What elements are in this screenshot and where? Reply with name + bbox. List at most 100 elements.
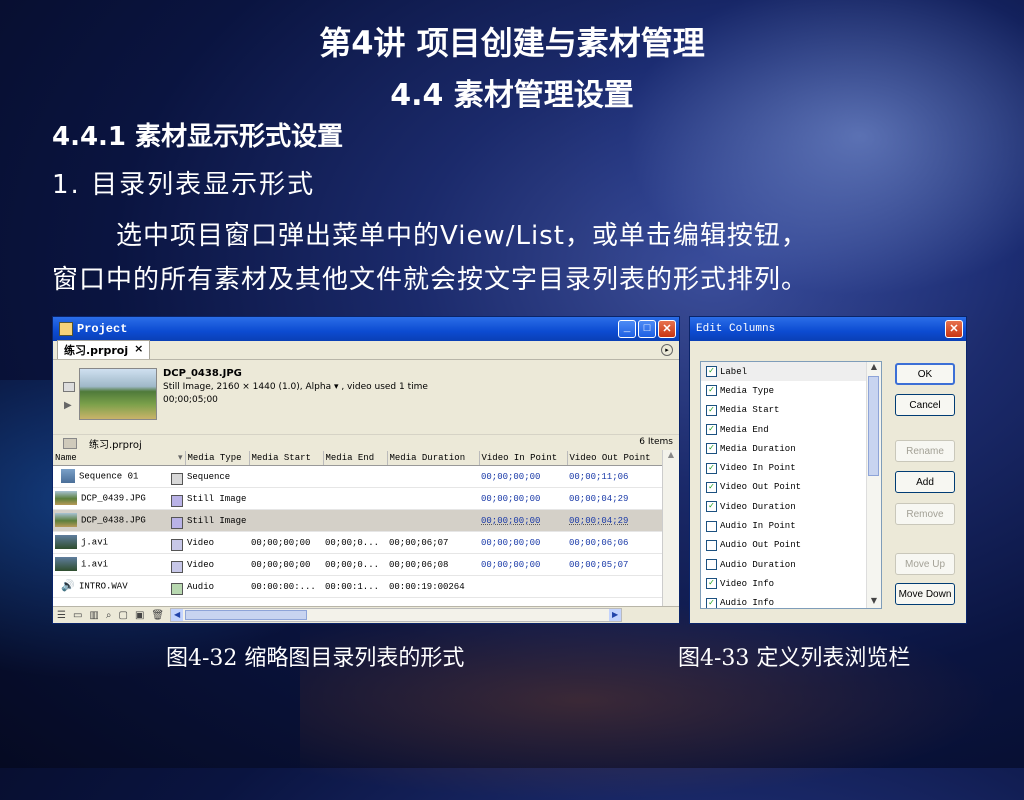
horizontal-scroll-thumb[interactable] [185, 610, 308, 620]
column-header-video-in[interactable]: Video In Point [479, 451, 568, 466]
play-icon[interactable]: ▶ [64, 400, 72, 411]
column-checkbox[interactable]: ✓ [706, 385, 717, 397]
dialog-titlebar[interactable]: Edit Columns ✕ [690, 317, 966, 341]
label-swatch[interactable] [171, 494, 183, 507]
scroll-right-icon[interactable]: ▶ [609, 609, 622, 621]
list-vertical-scrollbar[interactable]: ▲ [662, 450, 679, 607]
cell-media-type: Audio [185, 575, 249, 598]
column-header-name[interactable]: Name ▾ [53, 451, 186, 466]
new-bin-icon[interactable]: ▢ [118, 610, 127, 621]
cell-video-out: 00;00;05;07 [567, 553, 663, 576]
column-option-label: Audio Out Point [720, 540, 802, 551]
preview-thumbnail [79, 368, 157, 420]
table-row[interactable]: Sequence 01 Sequence 00;00;00;00 00;00;11;0… [53, 465, 663, 488]
column-checkbox[interactable]: ✓ [706, 501, 717, 513]
label-swatch[interactable] [171, 560, 183, 573]
scroll-left-icon[interactable]: ◀ [171, 609, 184, 621]
column-checkbox[interactable]: ✓ [706, 366, 717, 378]
column-header-media-type[interactable]: Media Type [185, 451, 250, 466]
clip-name: j.avi [81, 536, 109, 547]
icon-view-icon[interactable]: ▭ [73, 610, 82, 621]
column-checkbox[interactable] [706, 520, 717, 532]
column-checkbox[interactable]: ✓ [706, 578, 717, 590]
column-checkbox[interactable]: ✓ [706, 597, 717, 608]
column-option-label: Media Type [720, 385, 775, 396]
remove-button[interactable]: Remove [895, 503, 955, 525]
column-option[interactable]: Audio Out Point [701, 536, 881, 555]
move-up-button[interactable]: Move Up [895, 553, 955, 575]
label-swatch[interactable] [171, 472, 183, 485]
column-checkbox[interactable]: ✓ [706, 481, 717, 493]
photo-icon [55, 490, 77, 505]
scroll-up-icon[interactable]: ▲ [663, 450, 679, 464]
project-bottom-toolbar: ☰ ▭ ▥ ⌕ ▢ ▣ 🗑 ◀ ▶ [53, 606, 679, 623]
tab-label: 练习.prproj [64, 344, 129, 357]
poster-frame-icon[interactable] [63, 382, 75, 392]
scroll-up-icon[interactable]: ▲ [867, 362, 881, 374]
column-option-label: Video Out Point [720, 482, 802, 493]
column-header-media-start[interactable]: Media Start [249, 451, 324, 466]
column-option[interactable]: ✓ Video Duration [701, 497, 881, 516]
column-header-video-out[interactable]: Video Out Point [567, 451, 664, 466]
table-row[interactable]: DCP_0438.JPG Still Image 00;00;00;00 00;00;… [53, 509, 663, 532]
column-checkbox[interactable]: ✓ [706, 404, 717, 416]
add-button[interactable]: Add [895, 471, 955, 493]
column-option[interactable]: ✓ Media Type [701, 381, 881, 400]
cancel-button[interactable]: Cancel [895, 394, 955, 416]
close-button[interactable]: ✕ [658, 320, 676, 338]
cell-media-end [323, 509, 387, 532]
checklist-scroll-thumb[interactable] [868, 376, 879, 476]
table-row[interactable]: i.avi Video 00;00;00;00 00;00;0... 00;00;06;… [53, 553, 663, 576]
label-swatch[interactable] [171, 516, 183, 529]
label-swatch[interactable] [171, 582, 183, 595]
column-option[interactable]: ✓ Video In Point [701, 458, 881, 477]
column-option[interactable]: ✓ Media Duration [701, 439, 881, 458]
column-checkbox[interactable] [706, 539, 717, 551]
tab-close-icon[interactable]: × [134, 342, 143, 358]
find-icon[interactable]: ⌕ [106, 610, 112, 621]
column-option[interactable]: ✓ Media End [701, 420, 881, 439]
scroll-down-icon[interactable]: ▼ [867, 596, 881, 608]
column-option[interactable]: ✓ Video Info [701, 574, 881, 593]
column-option[interactable]: ✓ Video Out Point [701, 478, 881, 497]
table-row[interactable]: 🔊 INTRO.WAV Audio 00:00:00:... 00:00:1... 00:… [53, 575, 663, 598]
column-option[interactable]: ✓ Label [701, 362, 881, 382]
column-option[interactable]: Audio In Point [701, 516, 881, 535]
column-option[interactable]: ✓ Media Start [701, 401, 881, 420]
column-header-media-duration[interactable]: Media Duration [387, 451, 480, 466]
cell-media-start: 00:00:00:... [249, 575, 323, 598]
new-item-icon[interactable]: ▣ [135, 610, 144, 621]
panel-menu-icon[interactable]: ▸ [661, 344, 673, 356]
automate-to-sequence-icon[interactable]: ▥ [89, 610, 98, 621]
column-option[interactable]: Audio Duration [701, 555, 881, 574]
table-row[interactable]: j.avi Video 00;00;00;00 00;00;0... 00;00;06;… [53, 531, 663, 554]
column-checkbox[interactable]: ✓ [706, 424, 717, 436]
list-horizontal-scrollbar[interactable]: ◀ ▶ [170, 608, 623, 622]
cell-media-type: Sequence [185, 465, 249, 488]
rename-button[interactable]: Rename [895, 440, 955, 462]
cell-name: Sequence 01 [53, 465, 185, 488]
tab-project[interactable]: 练习.prproj × [57, 340, 151, 359]
cell-name: DCP_0438.JPG [53, 509, 185, 532]
column-option-label: Media End [720, 424, 769, 435]
column-checkbox[interactable]: ✓ [706, 443, 717, 455]
minimize-button[interactable]: _ [618, 320, 636, 338]
column-option[interactable]: ✓ Audio Info [701, 594, 881, 608]
bin-name: 练习.prproj [89, 440, 142, 451]
table-row[interactable]: DCP_0439.JPG Still Image 00;00;00;00 00;00;… [53, 487, 663, 510]
trash-icon[interactable]: 🗑 [151, 610, 164, 621]
column-checkbox[interactable] [706, 559, 717, 571]
cell-media-type: Video [185, 531, 249, 554]
move-down-button[interactable]: Move Down [895, 583, 955, 605]
dialog-close-button[interactable]: ✕ [945, 320, 963, 338]
column-checkbox[interactable]: ✓ [706, 462, 717, 474]
column-option-label: Audio Duration [720, 559, 796, 570]
label-swatch[interactable] [171, 538, 183, 551]
list-view-icon[interactable]: ☰ [57, 610, 66, 621]
maximize-icon: □ [643, 323, 651, 335]
project-titlebar[interactable]: Project _ □ ✕ [53, 317, 679, 341]
column-header-media-end[interactable]: Media End [323, 451, 388, 466]
maximize-button[interactable]: □ [638, 320, 656, 338]
checklist-scrollbar[interactable]: ▲ ▼ [866, 362, 881, 608]
ok-button[interactable]: OK [895, 363, 955, 385]
